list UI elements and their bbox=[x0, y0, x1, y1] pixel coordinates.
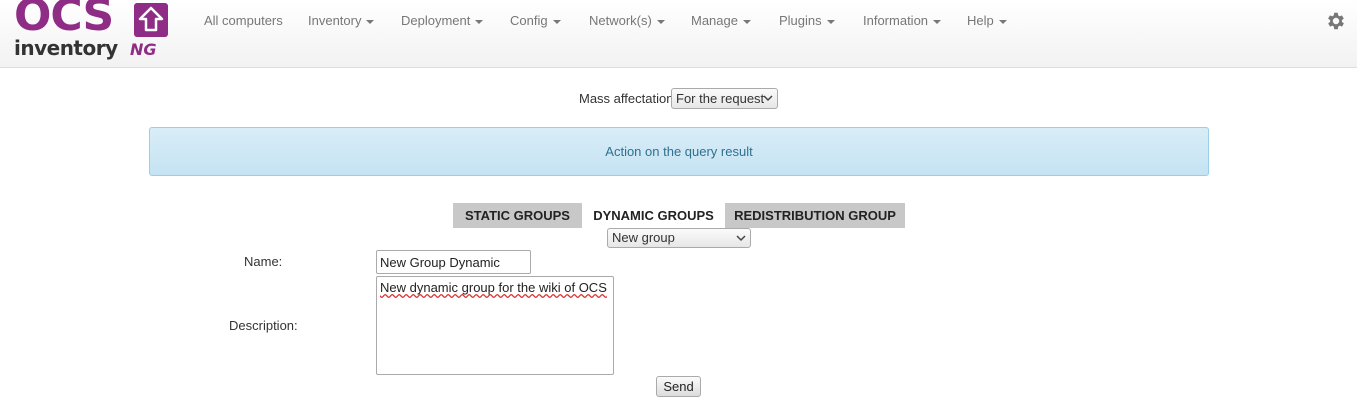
caret-down-icon bbox=[552, 19, 561, 24]
ocs-inventory-logo[interactable]: OCS inventory NG bbox=[14, 0, 172, 62]
upload-arrow-icon bbox=[134, 3, 168, 37]
send-button[interactable]: Send bbox=[656, 376, 701, 397]
mass-affectation-label: Mass affectation bbox=[579, 91, 674, 106]
group-description-textarea[interactable]: New dynamic group for the wiki of OCS bbox=[376, 276, 614, 375]
tab-dynamic-groups[interactable]: DYNAMIC GROUPS bbox=[582, 203, 725, 228]
nav-label: Config bbox=[510, 13, 548, 28]
nav-label: All computers bbox=[204, 13, 283, 28]
group-select-value: New group bbox=[612, 230, 675, 245]
chevron-down-icon bbox=[736, 235, 746, 242]
top-navbar: OCS inventory NG All computers Inventory… bbox=[0, 0, 1357, 68]
nav-networks[interactable]: Network(s) bbox=[589, 13, 665, 28]
logo-ng-text: NG bbox=[130, 40, 157, 59]
caret-down-icon bbox=[998, 19, 1007, 24]
caret-down-icon bbox=[742, 19, 751, 24]
send-button-label: Send bbox=[663, 379, 694, 394]
nav-deployment[interactable]: Deployment bbox=[401, 13, 484, 28]
tab-static-groups[interactable]: STATIC GROUPS bbox=[453, 203, 582, 228]
group-select[interactable]: New group bbox=[607, 228, 751, 248]
nav-inventory[interactable]: Inventory bbox=[308, 13, 375, 28]
caret-down-icon bbox=[366, 19, 375, 24]
nav-manage[interactable]: Manage bbox=[691, 13, 751, 28]
nav-label: Help bbox=[967, 13, 994, 28]
tab-label: STATIC GROUPS bbox=[465, 208, 570, 223]
logo-inventory-text: inventory bbox=[14, 36, 118, 60]
nav-label: Deployment bbox=[401, 13, 471, 28]
query-result-info-box: Action on the query result bbox=[149, 127, 1209, 176]
chevron-down-icon bbox=[763, 95, 773, 102]
caret-down-icon bbox=[656, 19, 665, 24]
tab-label: DYNAMIC GROUPS bbox=[593, 208, 714, 223]
nav-all-computers[interactable]: All computers bbox=[204, 13, 283, 28]
name-label: Name: bbox=[244, 254, 283, 269]
nav-label: Network(s) bbox=[589, 13, 652, 28]
caret-down-icon bbox=[933, 19, 942, 24]
mass-affectation-value: For the request bbox=[676, 91, 765, 106]
nav-information[interactable]: Information bbox=[863, 13, 942, 28]
nav-label: Information bbox=[863, 13, 929, 28]
nav-config[interactable]: Config bbox=[510, 13, 561, 28]
nav-plugins[interactable]: Plugins bbox=[779, 13, 835, 28]
caret-down-icon bbox=[475, 19, 484, 24]
nav-label: Plugins bbox=[779, 13, 822, 28]
nav-help[interactable]: Help bbox=[967, 13, 1007, 28]
mass-affectation-select[interactable]: For the request bbox=[671, 88, 778, 109]
logo-ocs-text: OCS bbox=[14, 0, 114, 41]
nav-label: Inventory bbox=[308, 13, 362, 28]
group-name-input[interactable] bbox=[376, 250, 531, 274]
caret-down-icon bbox=[826, 19, 835, 24]
tab-label: REDISTRIBUTION GROUP bbox=[734, 208, 896, 223]
gear-icon[interactable] bbox=[1325, 10, 1347, 32]
nav-label: Manage bbox=[691, 13, 738, 28]
tab-redistribution-group[interactable]: REDISTRIBUTION GROUP bbox=[725, 203, 905, 228]
info-text: Action on the query result bbox=[605, 144, 753, 159]
description-label: Description: bbox=[229, 318, 298, 333]
